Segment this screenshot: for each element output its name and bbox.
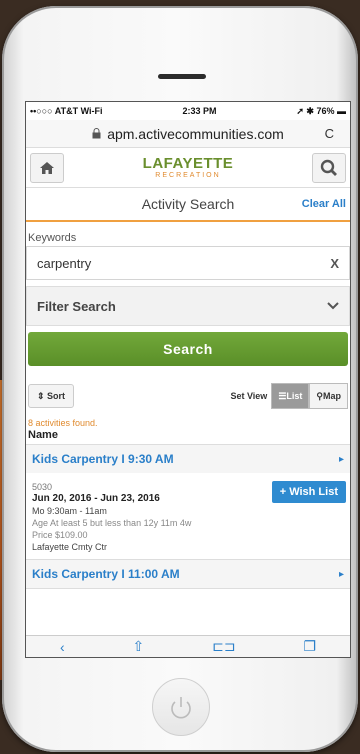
- keywords-value: carpentry: [37, 255, 92, 271]
- keywords-input[interactable]: carpentry X: [26, 246, 350, 280]
- page-titlebar: Activity Search Clear All: [26, 188, 350, 222]
- chevron-right-icon: ▸: [338, 568, 344, 580]
- clear-all-link[interactable]: Clear All: [302, 198, 346, 210]
- status-bar: ••○○○ AT&T Wi-Fi 2:33 PM ➚ ✱ 76% ▬: [26, 102, 350, 120]
- wish-list-button[interactable]: + Wish List: [271, 481, 346, 503]
- chevron-down-icon: [327, 302, 339, 310]
- speaker-grille: [158, 74, 206, 79]
- map-view-button[interactable]: ⚲ Map: [309, 383, 348, 409]
- battery: ➚ ✱ 76% ▬: [296, 105, 346, 116]
- view-switcher: Set View ☰ List ⚲ Map: [230, 383, 348, 409]
- sort-button[interactable]: ⇕ Sort: [28, 384, 75, 408]
- chevron-right-icon: ▸: [338, 453, 344, 465]
- page-title: Activity Search: [141, 196, 235, 212]
- clock: 2:33 PM: [182, 106, 217, 116]
- list-item[interactable]: Kids Carpentry I 9:30 AM ▸ 5030 Jun 20, …: [26, 445, 350, 560]
- lock-icon: [92, 126, 101, 142]
- share-icon[interactable]: ⇧: [133, 638, 145, 655]
- screen: ••○○○ AT&T Wi-Fi 2:33 PM ➚ ✱ 76% ▬ apm.a…: [25, 101, 351, 658]
- browser-toolbar: ‹ ⇧ ⊏⊐ ❐: [26, 635, 350, 657]
- carrier: ••○○○ AT&T Wi-Fi: [30, 106, 103, 116]
- results-count: 8 activities found.: [28, 418, 98, 428]
- search-icon: [320, 159, 337, 176]
- keywords-label: Keywords: [28, 232, 77, 244]
- url-text: apm.activecommunities.com: [107, 125, 284, 142]
- filter-label: Filter Search: [37, 298, 116, 314]
- address-bar[interactable]: apm.activecommunities.com C: [26, 120, 350, 148]
- home-icon: [40, 161, 54, 174]
- list-view-button[interactable]: ☰ List: [271, 383, 310, 409]
- home-nav-button[interactable]: [30, 152, 64, 183]
- reload-icon[interactable]: C: [325, 126, 334, 141]
- power-icon: [171, 697, 191, 719]
- lafayette-logo[interactable]: LAFAYETTE RECREATION: [143, 156, 234, 179]
- search-nav-button[interactable]: [311, 152, 346, 183]
- site-header: LAFAYETTE RECREATION: [26, 148, 350, 188]
- activity-title[interactable]: Kids Carpentry I 11:00 AM: [32, 567, 180, 581]
- results-controls: ⇕ Sort Set View ☰ List ⚲ Map: [26, 366, 350, 412]
- activity-location: Lafayette Cmty Ctr: [32, 542, 108, 552]
- activity-price: Price $109.00: [32, 530, 88, 540]
- search-button[interactable]: Search: [28, 332, 348, 366]
- clear-keywords-icon[interactable]: X: [330, 256, 339, 271]
- activity-title[interactable]: Kids Carpentry I 9:30 AM: [32, 452, 174, 466]
- bookmarks-icon[interactable]: ⊏⊐: [212, 638, 235, 655]
- home-button[interactable]: [152, 678, 210, 736]
- set-view-label: Set View: [230, 391, 268, 401]
- name-column-header: Name: [26, 428, 350, 445]
- filter-search-toggle[interactable]: Filter Search: [26, 286, 350, 326]
- list-item[interactable]: Kids Carpentry I 11:00 AM ▸: [26, 560, 350, 589]
- back-icon[interactable]: ‹: [60, 639, 65, 655]
- activity-age: Age At least 5 but less than 12y 11m 4w: [32, 518, 192, 528]
- tabs-icon[interactable]: ❐: [303, 638, 316, 655]
- activity-time: Mo 9:30am - 11am: [32, 506, 107, 516]
